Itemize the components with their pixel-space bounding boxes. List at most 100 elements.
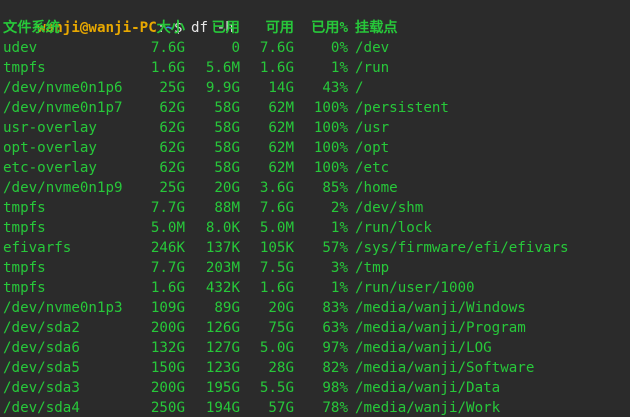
header-mounted-on: 挂载点 — [355, 20, 398, 36]
cell-used: 58G — [214, 100, 240, 116]
cell-mounted-on: /media/wanji/Windows — [355, 300, 526, 316]
table-row: /dev/nvme0n1p3 109G 89G 20G 83% /media/wanji/… — [3, 298, 630, 318]
header-used: 已用 — [211, 20, 240, 36]
table-row: tmpfs 5.0M 8.0K 5.0M 1% /run/lock — [3, 218, 630, 238]
cell-size: 7.7G — [150, 260, 185, 276]
cell-filesystem: /dev/sda3 — [3, 380, 80, 396]
cell-filesystem: /dev/nvme0n1p7 — [3, 100, 123, 116]
table-row: /dev/nvme0n1p9 25G 20G 3.6G 85% /home — [3, 178, 630, 198]
cell-mounted-on: /run/user/1000 — [355, 280, 475, 296]
cell-avail: 62M — [268, 140, 294, 156]
cell-size: 109G — [150, 300, 185, 316]
cell-use-percent: 3% — [330, 260, 348, 276]
cell-filesystem: tmpfs — [3, 260, 46, 276]
cell-use-percent: 85% — [322, 180, 348, 196]
cell-size: 132G — [150, 340, 185, 356]
cell-filesystem: /dev/sda4 — [3, 400, 80, 416]
cell-mounted-on: /media/wanji/LOG — [355, 340, 492, 356]
cell-avail: 75G — [268, 320, 294, 336]
cell-used: 126G — [205, 320, 240, 336]
table-row: /dev/sda2 200G 126G 75G 63% /media/wanji/Prog… — [3, 318, 630, 338]
cell-filesystem: opt-overlay — [3, 140, 97, 156]
cell-use-percent: 1% — [330, 220, 348, 236]
cell-filesystem: tmpfs — [3, 200, 46, 216]
cell-avail: 14G — [268, 80, 294, 96]
table-row: /dev/nvme0n1p6 25G 9.9G 14G 43% / — [3, 78, 630, 98]
cell-filesystem: /dev/sda6 — [3, 340, 80, 356]
terminal-window[interactable]: wanji@wanji-PC:~$ df -h 文件系统 大小 已用 可用 已用% 挂载点… — [0, 0, 630, 417]
cell-size: 246K — [150, 240, 185, 256]
cell-filesystem: /dev/sda2 — [3, 320, 80, 336]
cell-size: 250G — [150, 400, 185, 416]
cell-mounted-on: /run/lock — [355, 220, 432, 236]
cell-mounted-on: /media/wanji/Program — [355, 320, 526, 336]
cell-used: 58G — [214, 140, 240, 156]
cell-use-percent: 82% — [322, 360, 348, 376]
cell-used: 127G — [205, 340, 240, 356]
cell-mounted-on: /persistent — [355, 100, 449, 116]
table-row: /dev/sda4 250G 194G 57G 78% /media/wanji/Work — [3, 398, 630, 417]
header-filesystem: 文件系统 — [3, 20, 60, 36]
cell-size: 5.0M — [150, 220, 185, 236]
cell-size: 62G — [159, 160, 185, 176]
cell-avail: 62M — [268, 100, 294, 116]
cell-avail: 5.0M — [259, 220, 294, 236]
cell-use-percent: 83% — [322, 300, 348, 316]
cell-avail: 57G — [268, 400, 294, 416]
cell-used: 194G — [205, 400, 240, 416]
header-size: 大小 — [156, 20, 185, 36]
cell-use-percent: 1% — [330, 60, 348, 76]
cell-mounted-on: /sys/firmware/efi/efivars — [355, 240, 569, 256]
cell-avail: 62M — [268, 160, 294, 176]
cell-mounted-on: /media/wanji/Software — [355, 360, 535, 376]
cell-use-percent: 100% — [313, 160, 348, 176]
cell-used: 203M — [205, 260, 240, 276]
cell-avail: 105K — [259, 240, 294, 256]
cell-size: 7.7G — [150, 200, 185, 216]
cell-mounted-on: /media/wanji/Data — [355, 380, 501, 396]
cell-used: 123G — [205, 360, 240, 376]
table-row: efivarfs 246K 137K 105K 57% /sys/firmware/efi… — [3, 238, 630, 258]
cell-filesystem: tmpfs — [3, 220, 46, 236]
cell-use-percent: 43% — [322, 80, 348, 96]
cell-size: 25G — [159, 80, 185, 96]
cell-used: 9.9G — [205, 80, 240, 96]
cell-filesystem: efivarfs — [3, 240, 72, 256]
table-row: udev 7.6G 0 7.6G 0% /dev — [3, 38, 630, 58]
cell-used: 20G — [214, 180, 240, 196]
cell-avail: 7.6G — [259, 200, 294, 216]
cell-used: 89G — [214, 300, 240, 316]
cell-mounted-on: /etc — [355, 160, 390, 176]
table-header: 文件系统 大小 已用 可用 已用% 挂载点 — [3, 18, 630, 38]
cell-mounted-on: /dev/shm — [355, 200, 424, 216]
cell-mounted-on: /run — [355, 60, 390, 76]
cell-size: 62G — [159, 100, 185, 116]
cell-use-percent: 1% — [330, 280, 348, 296]
cell-filesystem: /dev/nvme0n1p9 — [3, 180, 123, 196]
cell-avail: 3.6G — [259, 180, 294, 196]
cell-used: 5.6M — [205, 60, 240, 76]
cell-used: 88M — [214, 200, 240, 216]
cell-avail: 20G — [268, 300, 294, 316]
cell-used: 137K — [205, 240, 240, 256]
cell-use-percent: 100% — [313, 140, 348, 156]
cell-size: 150G — [150, 360, 185, 376]
cell-used: 432K — [205, 280, 240, 296]
cell-size: 1.6G — [150, 280, 185, 296]
cell-filesystem: tmpfs — [3, 60, 46, 76]
cell-used: 195G — [205, 380, 240, 396]
cell-filesystem: usr-overlay — [3, 120, 97, 136]
cell-use-percent: 63% — [322, 320, 348, 336]
cell-avail: 28G — [268, 360, 294, 376]
table-row: tmpfs 7.7G 88M 7.6G 2% /dev/shm — [3, 198, 630, 218]
cell-filesystem: /dev/nvme0n1p6 — [3, 80, 123, 96]
cell-used: 58G — [214, 120, 240, 136]
cell-avail: 1.6G — [259, 60, 294, 76]
cell-size: 7.6G — [150, 40, 185, 56]
cell-avail: 1.6G — [259, 280, 294, 296]
cell-mounted-on: / — [355, 80, 364, 96]
table-row: opt-overlay 62G 58G 62M 100% /opt — [3, 138, 630, 158]
cell-size: 200G — [150, 380, 185, 396]
cell-use-percent: 98% — [322, 380, 348, 396]
cell-mounted-on: /media/wanji/Work — [355, 400, 501, 416]
